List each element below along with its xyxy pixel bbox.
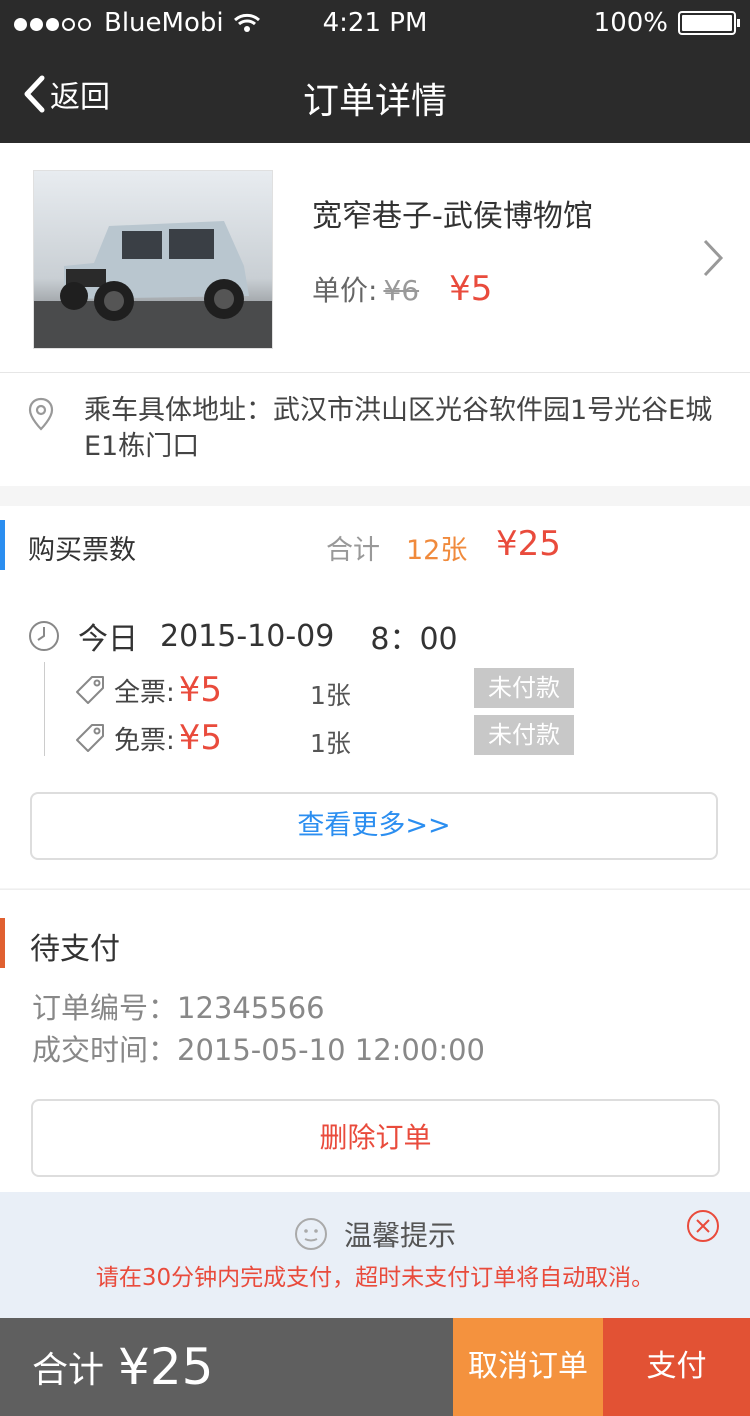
date-label: 今日 — [78, 622, 138, 657]
order-total: 合计 ¥25 — [0, 1318, 453, 1416]
ticket-qty: 1张 — [310, 729, 351, 758]
product-card[interactable]: 宽窄巷子-武侯博物馆 单价: ¥6 ¥5 — [0, 143, 750, 373]
battery-icon — [678, 11, 740, 35]
tag-icon — [76, 676, 104, 704]
cancel-order-button[interactable]: 取消订单 — [453, 1318, 603, 1416]
battery-percent: 100% — [593, 8, 668, 38]
ticket-type: 免票: — [114, 725, 175, 756]
battery: 100% — [593, 8, 740, 38]
total-value: ¥25 — [118, 1338, 214, 1396]
bottom-bar: 合计 ¥25 取消订单 支付 — [0, 1318, 750, 1416]
ticket-row: 全票: ¥5 1张 — [74, 670, 351, 710]
product-image — [33, 170, 273, 349]
order-status: 待支付 — [30, 932, 120, 967]
location-pin-icon — [28, 397, 54, 431]
ticket-row: 免票: ¥5 1张 — [74, 718, 351, 758]
section-accent-bar — [0, 918, 5, 968]
current-price: ¥5 — [449, 269, 493, 309]
reminder-message: 请在30分钟内完成支付，超时未支付订单将自动取消。 — [95, 1265, 655, 1291]
ticket-price: ¥5 — [178, 670, 223, 710]
pickup-address: 乘车具体地址：武汉市洪山区光谷软件园1号光谷E城 E1栋门口 — [0, 373, 750, 486]
close-icon[interactable] — [686, 1209, 720, 1243]
delete-order-button[interactable]: 删除订单 — [31, 1099, 720, 1177]
clock-icon — [29, 621, 59, 651]
order-number: 订单编号：12345566 — [32, 991, 325, 1025]
status-bar: BlueMobi 4:21 PM 100% — [0, 0, 750, 48]
order-section: 待支付 订单编号：12345566 成交时间：2015-05-10 12:00:… — [0, 889, 750, 1192]
payment-status-badge: 未付款 — [474, 715, 574, 755]
price-row: 单价: ¥6 ¥5 — [312, 269, 492, 309]
original-price: ¥6 — [383, 274, 420, 307]
departure-date: 2015-10-09 — [160, 618, 335, 654]
view-more-button[interactable]: 查看更多>> — [30, 792, 718, 860]
departure-row: 今日 2015-10-09 8：00 — [28, 614, 458, 658]
page-title: 订单详情 — [302, 81, 447, 122]
ticket-price: ¥5 — [178, 718, 223, 758]
pay-button[interactable]: 支付 — [603, 1318, 750, 1416]
reminder-title: 温馨提示 — [343, 1219, 456, 1252]
total-label: 合计 — [32, 1350, 105, 1391]
tickets-sum-label: 合计 — [326, 535, 380, 566]
chevron-right-icon — [703, 239, 724, 277]
price-label: 单价: — [312, 274, 378, 307]
departure-time: 8：00 — [370, 622, 458, 657]
reminder-banner: 温馨提示 请在30分钟内完成支付，超时未支付订单将自动取消。 — [0, 1192, 750, 1318]
product-name: 宽窄巷子-武侯博物馆 — [312, 199, 593, 234]
nav-bar: 返回 订单详情 — [0, 48, 750, 143]
ticket-qty: 1张 — [310, 681, 351, 710]
reminder-header: 温馨提示 — [0, 1214, 750, 1254]
tickets-section: 购买票数 合计 12张 ¥25 今日 2015-10-09 8：00 全票: ¥… — [0, 506, 750, 888]
address-text: 乘车具体地址：武汉市洪山区光谷软件园1号光谷E城 E1栋门口 — [84, 395, 713, 462]
payment-status-badge: 未付款 — [474, 668, 574, 708]
tag-icon — [76, 724, 104, 752]
timeline-line — [44, 662, 45, 756]
smiley-icon — [294, 1218, 327, 1250]
tickets-label: 购买票数 — [28, 535, 136, 566]
ticket-type: 全票: — [114, 677, 175, 708]
tickets-total: ¥25 — [496, 524, 561, 564]
order-time: 成交时间：2015-05-10 12:00:00 — [32, 1033, 485, 1067]
section-accent-bar — [0, 520, 5, 570]
tickets-count: 12张 — [406, 535, 468, 566]
